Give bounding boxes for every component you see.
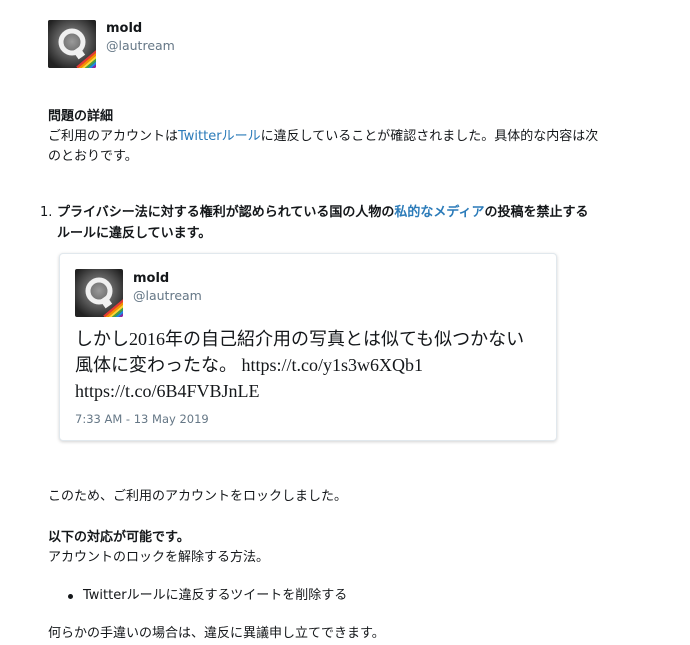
tweet-author-name[interactable]: mold bbox=[133, 270, 169, 287]
list-item: Twitterルールに違反するツイートを削除する bbox=[68, 586, 347, 606]
avatar[interactable] bbox=[48, 20, 96, 68]
tweet-text-line: しかし2016年の自己紹介用の写真とは似ても似つかない bbox=[75, 329, 525, 349]
account-name[interactable]: mold bbox=[106, 20, 142, 37]
embedded-tweet-card[interactable]: mold @lautream しかし2016年の自己紹介用の写真とは似ても似つか… bbox=[59, 253, 557, 441]
details-intro-text-3: のとおりです。 bbox=[48, 149, 138, 164]
details-title: 問題の詳細 bbox=[48, 109, 114, 124]
details-intro-text-2: に違反していることが確認されました。具体的な内容は次 bbox=[260, 129, 599, 144]
lock-notice: このため、ご利用のアカウントをロックしました。 bbox=[48, 489, 348, 504]
options-subtitle: アカウントのロックを解除する方法。 bbox=[48, 550, 270, 565]
account-handle[interactable]: @lautream bbox=[106, 37, 175, 54]
details-intro-text: ご利用のアカウントは bbox=[48, 129, 179, 144]
violation-list-item: 1. プライバシー法に対する権利が認められている国の人物の私的なメディアの投稿を… bbox=[40, 202, 640, 244]
tweet-timestamp[interactable]: 7:33 AM - 13 May 2019 bbox=[75, 412, 209, 426]
tweet-text: しかし2016年の自己紹介用の写真とは似ても似つかない 風体に変わったな。 ht… bbox=[75, 326, 545, 404]
tweet-avatar[interactable] bbox=[75, 269, 123, 317]
account-lock-notice: mold @lautream 問題の詳細 ご利用のアカウントはTwitterルー… bbox=[0, 0, 690, 645]
option-item-text: Twitterルールに違反するツイートを削除する bbox=[83, 588, 348, 603]
violation-number: 1. bbox=[40, 205, 53, 220]
twitter-rules-link[interactable]: Twitterルール bbox=[178, 129, 261, 144]
tweet-text-line[interactable]: 風体に変わったな。 https://t.co/y1s3w6XQb1 bbox=[75, 352, 545, 378]
violation-text-part1: プライバシー法に対する権利が認められている国の人物の bbox=[57, 205, 395, 220]
details-intro: ご利用のアカウントはTwitterルールに違反していることが確認されました。具体… bbox=[48, 127, 648, 167]
bullet-icon bbox=[68, 594, 73, 599]
tweet-text-line[interactable]: https://t.co/6B4FVBJnLE bbox=[75, 378, 545, 404]
violation-text-part3: ルールに違反しています。 bbox=[57, 226, 212, 241]
violation-text: プライバシー法に対する権利が認められている国の人物の私的なメディアの投稿を禁止す… bbox=[57, 202, 637, 244]
options-title: 以下の対応が可能です。 bbox=[48, 530, 190, 545]
private-media-link[interactable]: 私的なメディア bbox=[394, 205, 484, 220]
avatar-image-icon bbox=[75, 269, 123, 317]
violation-text-part2: の投稿を禁止する bbox=[484, 205, 589, 220]
avatar-image-icon bbox=[48, 20, 96, 68]
appeal-text: 何らかの手違いの場合は、違反に異議申し立てできます。 bbox=[48, 626, 385, 641]
tweet-author-handle[interactable]: @lautream bbox=[133, 287, 202, 304]
